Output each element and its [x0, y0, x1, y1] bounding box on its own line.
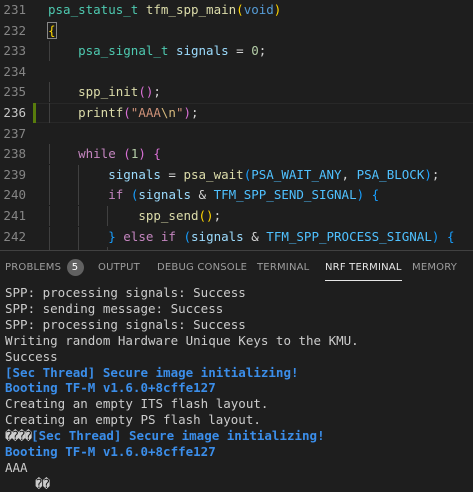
code-line[interactable]: 236 printf("AAA\n"); [0, 103, 473, 123]
code-text: } else if (signals & TFM_SPP_PROCESS_SIG… [108, 228, 455, 244]
tab-debug-console[interactable]: DEBUG CONSOLE [157, 251, 247, 285]
line-number: 237 [3, 125, 26, 141]
terminal-line: ����[Sec Thread] Secure image initializi… [5, 428, 325, 444]
code-text: signals = psa_wait(PSA_WAIT_ANY, PSA_BLO… [108, 166, 440, 182]
terminal-line: Booting TF-M v1.6.0+8cffe127 [5, 444, 216, 460]
code-text: spp_send(); [138, 208, 222, 223]
code-text: spp_init(); [78, 84, 161, 100]
terminal-line: SPP: sending message: Success [5, 301, 223, 317]
terminal-line: Success [5, 349, 58, 365]
line-number: 240 [3, 187, 26, 203]
line-number: 231 [3, 2, 26, 17]
code-text: if (signals & TFM_SPP_SEND_SIGNAL) { [108, 187, 380, 203]
code-line[interactable]: 238 while (1) { [0, 144, 473, 165]
bottom-panel: PROBLEMS 5 OUTPUT DEBUG CONSOLE TERMINAL… [0, 250, 473, 491]
line-number: 234 [3, 63, 26, 79]
code-line[interactable]: 239 signals = psa_wait(PSA_WAIT_ANY, PSA… [0, 164, 473, 185]
problems-count-badge: 5 [66, 258, 84, 276]
tab-label: NRF TERMINAL [325, 262, 402, 273]
code-line[interactable]: 241 spp_send(); [0, 206, 473, 226]
code-line[interactable]: 233 psa_signal_t signals = 0; [0, 41, 473, 62]
code-text: { [47, 21, 57, 39]
code-editor[interactable]: 231 psa_status_t tfm_spp_main(void) 232 {23… [0, 0, 473, 250]
terminal-text: Success [5, 348, 58, 364]
line-number: 235 [3, 84, 26, 100]
terminal-line: Writing random Hardware Unique Keys to t… [5, 333, 359, 349]
terminal-text: Creating an empty PS flash layout. [5, 412, 261, 428]
line-number: 238 [3, 146, 26, 162]
code-text: while (1) { [78, 146, 161, 162]
code-line[interactable]: 234 [0, 62, 473, 82]
terminal-line: AAA [5, 460, 28, 476]
terminal-line: SPP: processing signals: Success [5, 317, 246, 333]
code-text: psa_status_t tfm_spp_main(void) [48, 2, 282, 17]
terminal-text: [Sec Thread] Secure image initializing! [5, 364, 299, 380]
tab-memory[interactable]: MEMORY [412, 251, 457, 285]
tab-output[interactable]: OUTPUT [98, 251, 140, 285]
tab-nrf-terminal[interactable]: NRF TERMINAL [325, 251, 402, 285]
terminal-line: Creating an empty PS flash layout. [5, 412, 261, 428]
panel-tabs: PROBLEMS 5 OUTPUT DEBUG CONSOLE TERMINAL… [0, 251, 473, 285]
code-line[interactable]: 240 if (signals & TFM_SPP_SEND_SIGNAL) { [0, 185, 473, 206]
line-number: 233 [3, 43, 26, 59]
terminal-line: Booting TF-M v1.6.0+8cffe127 [5, 380, 216, 396]
terminal-text: Writing random Hardware Unique Keys to t… [5, 332, 359, 348]
line-number: 239 [3, 166, 26, 182]
terminal-line: [Sec Thread] Secure image initializing! [5, 365, 299, 381]
line-number: 232 [3, 22, 26, 38]
terminal-output[interactable]: SPP: processing signals: Success SPP: sen… [0, 285, 473, 491]
code-text: psa_signal_t signals = 0; [78, 43, 267, 59]
tab-label: OUTPUT [98, 262, 140, 273]
terminal-text: Creating an empty ITS flash layout. [5, 396, 269, 412]
tab-problems[interactable]: PROBLEMS 5 [5, 251, 84, 285]
modified-line-indicator [33, 103, 36, 123]
line-number: 242 [3, 228, 26, 244]
line-number: 236 [3, 105, 26, 120]
tab-terminal[interactable]: TERMINAL [257, 251, 309, 285]
terminal-text: [Sec Thread] Secure image initializing! [31, 428, 325, 444]
tab-label: MEMORY [412, 262, 458, 273]
tab-label: TERMINAL [257, 262, 310, 273]
terminal-text: �� [5, 475, 51, 491]
terminal-garbled-bytes: ���� [5, 428, 32, 444]
terminal-text: SPP: processing signals: Success [5, 316, 246, 332]
tab-label: PROBLEMS [5, 262, 62, 273]
terminal-line: SPP: processing signals: Success [5, 285, 246, 301]
terminal-text: Booting TF-M v1.6.0+8cffe127 [5, 444, 216, 459]
terminal-text: SPP: processing signals: Success [5, 285, 246, 300]
code-line[interactable]: 242 } else if (signals & TFM_SPP_PROCESS… [0, 226, 473, 247]
code-line[interactable]: 232 { [0, 21, 473, 41]
code-line[interactable]: 237 [0, 124, 473, 144]
terminal-text: AAA [5, 459, 28, 475]
tab-label: DEBUG CONSOLE [157, 262, 248, 273]
terminal-text: SPP: sending message: Success [5, 300, 224, 316]
code-text: printf("AAA\n"); [78, 105, 199, 120]
code-line[interactable]: 231 psa_status_t tfm_spp_main(void) [0, 0, 473, 20]
terminal-line: �� [5, 476, 50, 492]
code-line[interactable]: 235 spp_init(); [0, 82, 473, 103]
line-number: 241 [3, 208, 26, 223]
terminal-text: Booting TF-M v1.6.0+8cffe127 [5, 380, 216, 396]
terminal-line: Creating an empty ITS flash layout. [5, 396, 268, 412]
